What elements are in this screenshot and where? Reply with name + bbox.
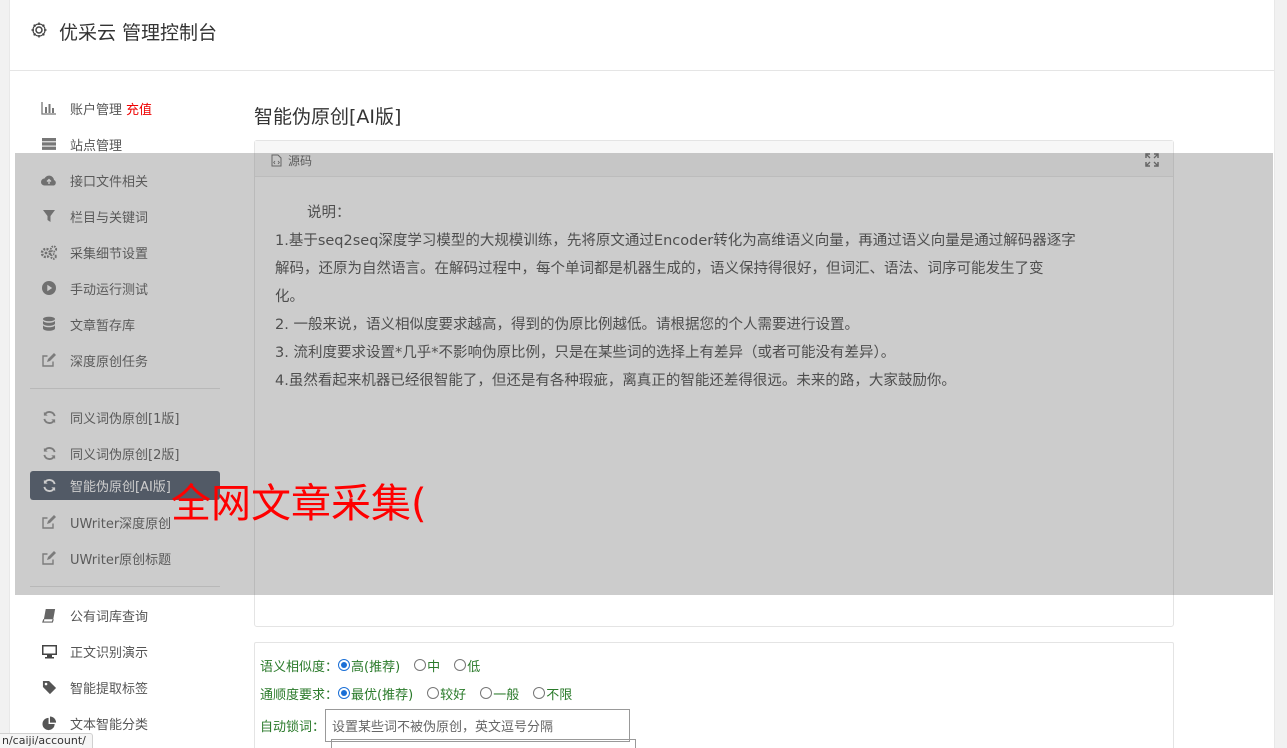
similarity-row: 语义相似度： 高(推荐) 中 低 — [260, 651, 1173, 679]
sidebar-item-label: 文本智能分类 — [70, 717, 149, 733]
radio-dot[interactable] — [338, 659, 351, 671]
sidebar-item-label: 智能提取标签 — [70, 681, 149, 697]
radio-label: 较好 — [440, 687, 467, 703]
fluency-label: 通顺度要求： — [260, 687, 339, 703]
sidebar-item-label: 公有词库查询 — [70, 609, 149, 625]
sidebar-item-extract-tags[interactable]: 智能提取标签 — [30, 669, 220, 705]
recharge-link[interactable]: 充值 — [126, 99, 152, 118]
similarity-radio-low[interactable]: 低 — [454, 656, 480, 675]
radio-label: 高(推荐) — [351, 659, 401, 675]
app-title: 优采云 管理控制台 — [59, 22, 218, 44]
radio-label: 低 — [467, 659, 481, 675]
watermark-text: 全网文章采集( — [171, 481, 427, 527]
fluency-radio-normal[interactable]: 一般 — [480, 684, 519, 703]
book-icon — [40, 607, 58, 623]
radio-dot[interactable] — [533, 687, 546, 699]
lock-row: 自动锁词： 设置某些词不被伪原创，英文逗号分隔 — [260, 707, 1173, 743]
sidebar-item-public-dictionary[interactable]: 公有词库查询 — [30, 597, 220, 633]
sidebar-item-text-recognition[interactable]: 正文识别演示 — [30, 633, 220, 669]
fluency-radio-best[interactable]: 最优(推荐) — [338, 684, 413, 703]
page-title: 智能伪原创[AI版] — [254, 106, 402, 128]
rewrite-settings: 语义相似度： 高(推荐) 中 低 通顺度要求： 最优(推荐) 较好 一般 不限 … — [254, 642, 1174, 748]
fluency-radio-good[interactable]: 较好 — [427, 684, 466, 703]
lock-label: 自动锁词： — [260, 719, 326, 735]
fluency-row: 通顺度要求： 最优(推荐) 较好 一般 不限 — [260, 679, 1173, 707]
radio-dot[interactable] — [338, 687, 351, 699]
sidebar-item-label: 站点管理 — [70, 138, 123, 154]
fluency-radio-any[interactable]: 不限 — [533, 684, 572, 703]
sidebar-item-label: 账户管理 — [70, 102, 123, 118]
second-input[interactable] — [331, 739, 636, 748]
pie-chart-icon — [40, 715, 58, 731]
radio-label: 不限 — [546, 687, 573, 703]
radio-label: 最优(推荐) — [351, 687, 414, 703]
similarity-label: 语义相似度： — [260, 659, 339, 675]
radio-label: 一般 — [493, 687, 520, 703]
similarity-radio-high[interactable]: 高(推荐) — [338, 656, 400, 675]
sidebar-item-label: 正文识别演示 — [70, 645, 149, 661]
radio-label: 中 — [427, 659, 441, 675]
radio-dot[interactable] — [427, 687, 440, 699]
status-bar-url: n/caiji/account/ — [0, 733, 93, 748]
radio-dot[interactable] — [414, 659, 427, 671]
radio-dot[interactable] — [480, 687, 493, 699]
similarity-radio-medium[interactable]: 中 — [414, 656, 440, 675]
monitor-icon — [40, 643, 58, 659]
lock-words-input[interactable]: 设置某些词不被伪原创，英文逗号分隔 — [325, 708, 631, 742]
tag-icon — [40, 679, 58, 695]
radio-dot[interactable] — [454, 659, 467, 671]
sidebar-item-account[interactable]: 账户管理 充值 — [30, 90, 220, 126]
bar-chart-icon — [40, 100, 58, 116]
server-icon — [40, 136, 58, 152]
gear-icon — [30, 21, 48, 39]
header: 优采云 管理控制台 — [10, 0, 1274, 71]
